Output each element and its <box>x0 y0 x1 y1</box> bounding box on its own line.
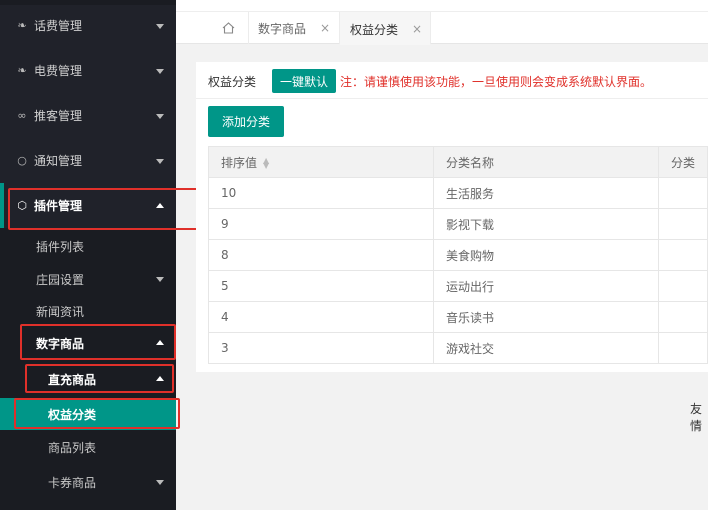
close-icon[interactable]: × <box>412 22 422 36</box>
category-name-cell: 音乐读书 <box>432 301 659 333</box>
default-rule-row: 权益分类 一键默认 注：请谨慎使用该功能，一旦使用则会变成系统默认界面。 <box>208 69 652 93</box>
tab-label: 数字商品 <box>258 21 307 36</box>
sidebar-item-label: 电费管理 <box>34 64 83 78</box>
table-row[interactable]: 5 运动出行 <box>208 270 708 302</box>
sidebar-item-label: 通知管理 <box>34 154 83 168</box>
content-card: 权益分类 一键默认 注：请谨慎使用该功能，一旦使用则会变成系统默认界面。 添加分… <box>196 62 708 372</box>
extra-cell <box>657 208 708 240</box>
chevron-down-icon <box>156 277 164 282</box>
sidebar-item-phone-fee[interactable]: ❧ 话费管理 <box>0 3 176 48</box>
rule-label: 权益分类 <box>208 74 257 89</box>
column-header-sort[interactable]: 排序值 ▲ ▼ <box>208 146 434 178</box>
sidebar: ❧ 话费管理 ❧ 电费管理 ∞ 推客管理 ○ 通知管理 ⬡ 插件管理 插件列表 … <box>0 0 176 510</box>
sidebar-item-label: 卡券商品 <box>48 475 97 490</box>
extra-cell <box>657 332 708 364</box>
sidebar-item-promoter[interactable]: ∞ 推客管理 <box>0 93 176 138</box>
sidebar-item-label: 庄园设置 <box>36 272 85 287</box>
tab-digital-goods[interactable]: 数字商品 × <box>258 12 330 44</box>
infinity-icon: ∞ <box>17 109 27 122</box>
flame-icon: ❧ <box>17 19 27 32</box>
column-header-extra: 分类 <box>657 146 708 178</box>
divider <box>196 98 708 99</box>
sort-value-cell: 10 <box>208 177 434 209</box>
sidebar-item-label: 插件列表 <box>36 239 85 254</box>
sidebar-item-label: 话费管理 <box>34 19 83 33</box>
chevron-down-icon <box>156 68 164 74</box>
sort-value-cell: 9 <box>208 208 434 240</box>
tab-home[interactable] <box>218 12 238 44</box>
category-name-cell: 游戏社交 <box>432 332 659 364</box>
chevron-down-icon <box>156 23 164 29</box>
sidebar-item-goods-list[interactable]: 商品列表 <box>0 431 176 463</box>
category-name-cell: 运动出行 <box>432 270 659 302</box>
one-click-default-button[interactable]: 一键默认 <box>272 69 337 93</box>
sidebar-item-label: 新闻资讯 <box>36 304 85 319</box>
sort-value-cell: 3 <box>208 332 434 364</box>
chevron-down-icon <box>156 158 164 164</box>
category-name-cell: 美食购物 <box>432 239 659 271</box>
extra-cell <box>657 177 708 209</box>
category-table: 排序值 ▲ ▼ 分类名称 分类 10 生活服务 9 影视下载 8 美食购物 5 运动出行 4… <box>208 146 708 364</box>
sort-value-cell: 4 <box>208 301 434 333</box>
sidebar-item-electric-fee[interactable]: ❧ 电费管理 <box>0 48 176 93</box>
category-name-cell: 生活服务 <box>432 177 659 209</box>
sidebar-item-news[interactable]: 新闻资讯 <box>0 295 176 327</box>
close-icon[interactable]: × <box>320 21 330 35</box>
sort-value-cell: 8 <box>208 239 434 271</box>
highlight-box-plugins <box>8 188 202 230</box>
home-icon <box>222 22 234 34</box>
flame-icon: ❧ <box>17 64 27 77</box>
warning-text: 注：请谨慎使用该功能，一旦使用则会变成系统默认界面。 <box>340 74 653 89</box>
extra-cell <box>657 239 708 271</box>
extra-cell <box>657 301 708 333</box>
top-header <box>176 0 708 12</box>
table-header-row: 排序值 ▲ ▼ 分类名称 分类 <box>208 146 708 178</box>
sidebar-item-plugin-list[interactable]: 插件列表 <box>0 230 176 262</box>
add-category-button[interactable]: 添加分类 <box>208 106 285 137</box>
table-row[interactable]: 10 生活服务 <box>208 177 708 209</box>
highlight-box-direct-goods <box>25 364 174 393</box>
tab-bar: 数字商品 × 权益分类 × <box>176 12 708 45</box>
table-row[interactable]: 8 美食购物 <box>208 239 708 271</box>
table-row[interactable]: 3 游戏社交 <box>208 332 708 364</box>
category-name-cell: 影视下载 <box>432 208 659 240</box>
footer-friend-link[interactable]: 友情 <box>690 400 708 434</box>
chevron-down-icon <box>156 480 164 485</box>
tab-divider <box>248 12 249 44</box>
highlight-box-rights-category <box>14 398 180 429</box>
sort-icon[interactable]: ▲ ▼ <box>263 157 269 170</box>
tab-divider <box>430 12 431 44</box>
sidebar-item-farm-settings[interactable]: 庄园设置 <box>0 263 176 295</box>
tab-rights-category[interactable]: 权益分类 × <box>340 12 430 45</box>
column-header-name: 分类名称 <box>432 146 659 178</box>
table-row[interactable]: 4 音乐读书 <box>208 301 708 333</box>
sidebar-item-notice[interactable]: ○ 通知管理 <box>0 138 176 183</box>
table-row[interactable]: 9 影视下载 <box>208 208 708 240</box>
highlight-box-digital-goods <box>20 324 176 360</box>
sort-value-cell: 5 <box>208 270 434 302</box>
tab-label: 权益分类 <box>350 22 399 37</box>
chevron-down-icon <box>156 113 164 119</box>
header-label: 排序值 <box>221 155 258 170</box>
sidebar-item-label: 推客管理 <box>34 109 83 123</box>
extra-cell <box>657 270 708 302</box>
circle-icon: ○ <box>17 154 27 167</box>
sidebar-item-coupon-goods[interactable]: 卡券商品 <box>0 466 176 498</box>
sidebar-item-label: 商品列表 <box>48 440 97 455</box>
